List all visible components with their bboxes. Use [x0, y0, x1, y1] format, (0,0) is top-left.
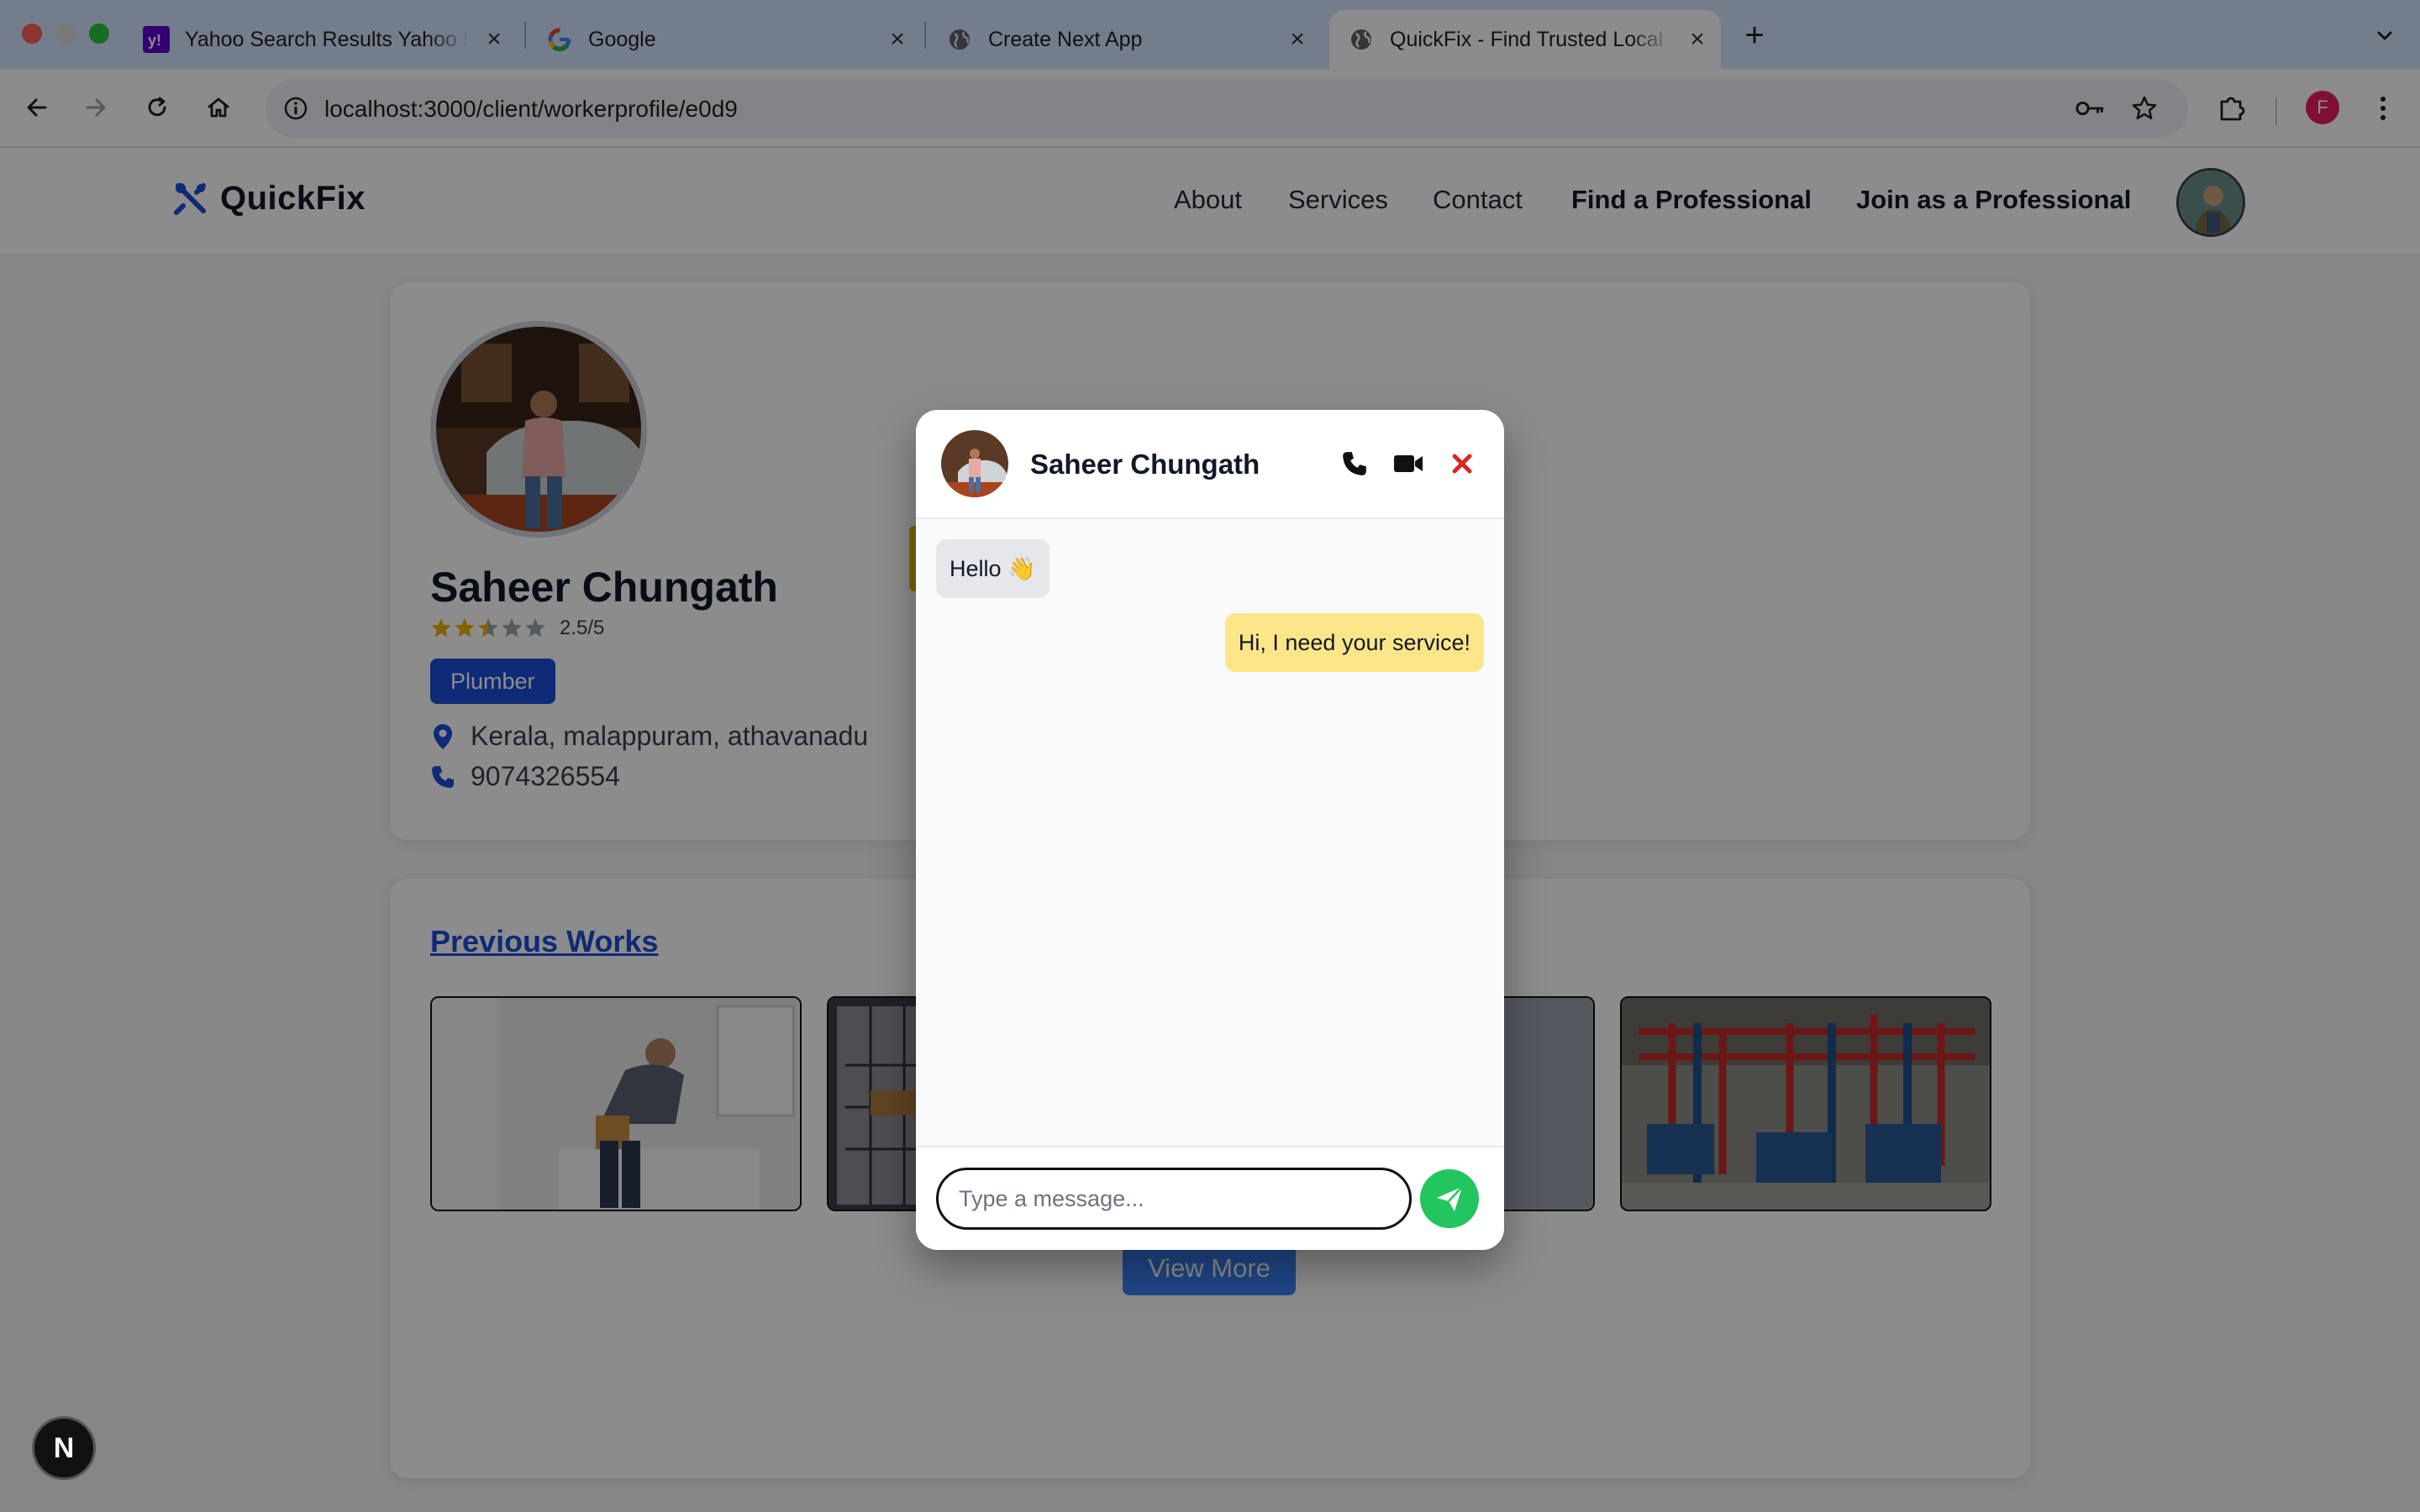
video-call-button[interactable] [1392, 447, 1425, 480]
chat-messages: Hello 👋 Hi, I need your service! [916, 519, 1504, 1146]
send-icon [1437, 1186, 1463, 1211]
chat-modal: Saheer Chungath Hello 👋 Hi, I need your … [916, 410, 1504, 1250]
nextjs-dev-badge[interactable]: N [32, 1416, 96, 1480]
chat-composer [916, 1146, 1504, 1250]
message-input[interactable] [936, 1168, 1412, 1230]
chat-header: Saheer Chungath [916, 410, 1504, 519]
close-chat-button[interactable] [1445, 447, 1479, 480]
message-outgoing: Hi, I need your service! [1224, 613, 1484, 672]
chat-avatar [941, 430, 1008, 497]
video-camera-icon [1394, 455, 1423, 472]
send-button[interactable] [1420, 1169, 1479, 1228]
chat-contact-name: Saheer Chungath [1030, 449, 1260, 480]
phone-icon [1343, 452, 1366, 475]
message-incoming: Hello 👋 [936, 539, 1050, 598]
voice-call-button[interactable] [1338, 447, 1371, 480]
close-icon [1452, 454, 1472, 474]
